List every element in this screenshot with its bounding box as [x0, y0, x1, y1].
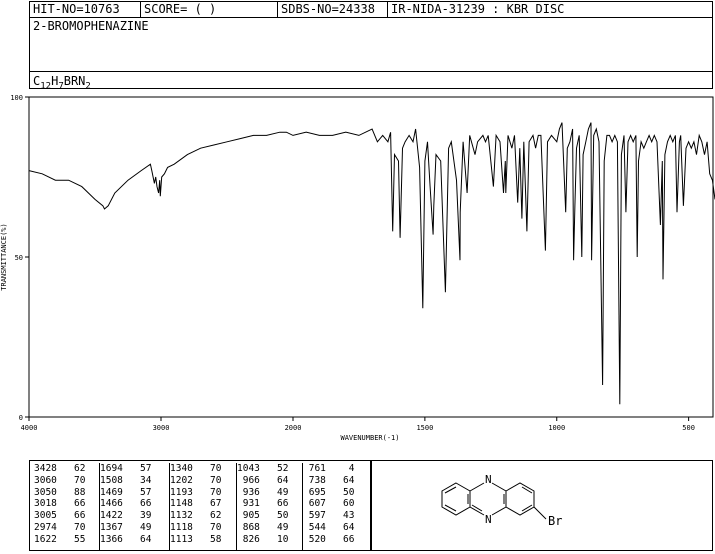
y-tick-label: 50 — [15, 254, 23, 262]
peak-row: 1694 57 — [100, 463, 152, 474]
peak-row: 607 60 — [303, 498, 355, 510]
peak-row: 3018 66 — [34, 498, 86, 510]
peak-row: 1132 62 — [170, 510, 222, 522]
x-tick-label: 4000 — [21, 424, 38, 432]
peak-row: 3060 70 — [34, 474, 86, 486]
peak-row: 1043 52 — [237, 463, 289, 474]
peak-column: 1340 70 1202 70 1193 70 1148 67 1132 62 1118 … — [170, 463, 237, 550]
peak-row: 1118 70 — [170, 521, 222, 533]
peak-row: 905 50 — [237, 510, 289, 522]
nitrogen-top-label: N — [485, 473, 492, 486]
peak-column: 761 4 738 64 695 50 607 60 597 43 544 64… — [303, 463, 369, 550]
peak-row: 761 4 — [303, 463, 355, 474]
peak-column: 3428 62 3060 70 3050 88 3018 66 3005 66 2974 … — [34, 463, 100, 550]
peak-row: 3428 62 — [34, 463, 86, 474]
peak-row: 1340 70 — [170, 463, 222, 474]
peak-row: 931 66 — [237, 498, 289, 510]
structure-panel: N N Br — [371, 460, 713, 551]
y-axis-label: TRANSMITTANCE(%) — [0, 223, 8, 290]
peak-row: 3050 88 — [34, 486, 86, 498]
peak-column: 1694 57 1508 34 1469 57 1466 66 1422 39 1367 … — [100, 463, 170, 550]
peak-row: 1469 57 — [100, 486, 152, 498]
y-tick-label: 0 — [19, 414, 23, 422]
benzene-ring — [441, 482, 471, 516]
peak-row: 520 66 — [303, 533, 355, 545]
ir-spectrum-chart: 0 50 100 4000 3000 2000 1500 1000 500 WAVENUMBE… — [0, 94, 715, 442]
nitrogen-bottom-label: N — [485, 513, 492, 526]
x-axis: 4000 3000 2000 1500 1000 500 — [21, 417, 695, 432]
x-tick-label: 500 — [682, 424, 695, 432]
peak-row: 597 43 — [303, 510, 355, 522]
pyrazine-ring — [469, 482, 485, 492]
x-tick-label: 3000 — [153, 424, 170, 432]
peak-table: 3428 62 3060 70 3050 88 3018 66 3005 66 2974 … — [29, 460, 371, 551]
peak-row: 1466 66 — [100, 498, 152, 510]
x-tick-label: 2000 — [285, 424, 302, 432]
peak-row: 1148 67 — [170, 498, 222, 510]
peak-row: 1193 70 — [170, 486, 222, 498]
spectrum-line — [28, 122, 715, 405]
peak-column: 1043 52 966 64 936 49 931 66 905 50 868 … — [237, 463, 303, 550]
peak-row: 1366 64 — [100, 533, 152, 545]
peak-row: 3005 66 — [34, 510, 86, 522]
y-axis: 0 50 100 — [10, 94, 29, 422]
x-tick-label: 1000 — [548, 424, 565, 432]
bromo-benzene-ring — [505, 482, 535, 516]
peak-row: 1622 55 — [34, 533, 86, 545]
y-tick-label: 100 — [10, 94, 23, 102]
peak-row: 1508 34 — [100, 474, 152, 486]
peak-row: 826 10 — [237, 533, 289, 545]
x-axis-label: WAVENUMBER(-1) — [340, 434, 399, 442]
br-bond — [533, 506, 547, 520]
peak-row: 1113 58 — [170, 533, 222, 545]
structure-diagram: N N Br — [441, 473, 562, 528]
peak-row: 1367 49 — [100, 521, 152, 533]
peak-row: 868 49 — [237, 521, 289, 533]
x-tick-label: 1500 — [416, 424, 433, 432]
peak-row: 695 50 — [303, 486, 355, 498]
peak-row: 1422 39 — [100, 510, 152, 522]
peak-row: 544 64 — [303, 521, 355, 533]
peak-row: 738 64 — [303, 474, 355, 486]
peak-row: 2974 70 — [34, 521, 86, 533]
plot-frame — [28, 96, 714, 418]
bromine-label: Br — [548, 514, 562, 528]
peak-row: 966 64 — [237, 474, 289, 486]
peak-row: 936 49 — [237, 486, 289, 498]
peak-row: 1202 70 — [170, 474, 222, 486]
